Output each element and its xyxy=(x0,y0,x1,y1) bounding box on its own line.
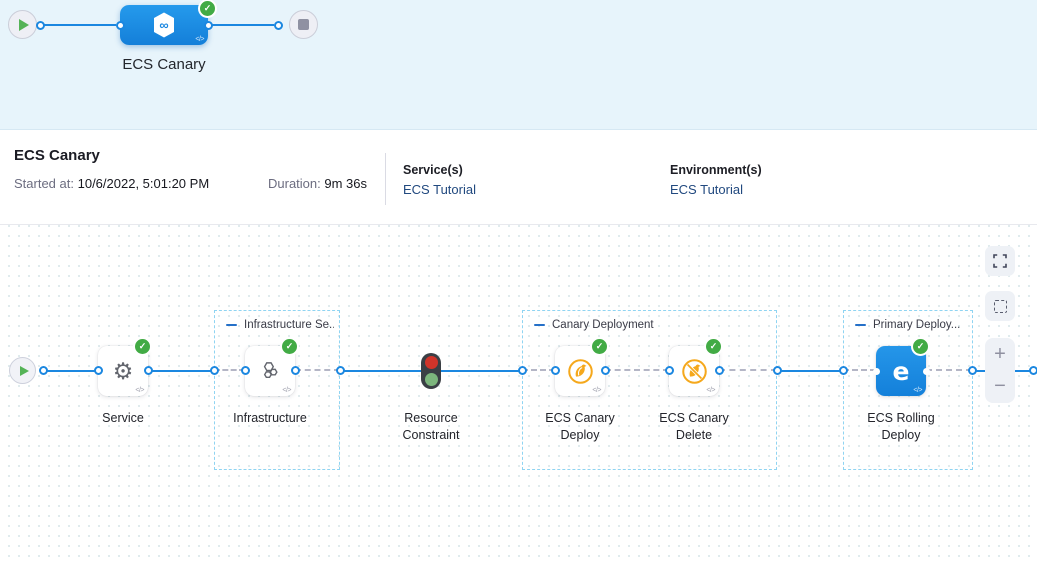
group-title: Primary Deploy... xyxy=(855,319,960,331)
execution-summary-bar: ECS Canary Started at: 10/6/2022, 5:01:2… xyxy=(0,131,1037,225)
connector-port xyxy=(715,366,724,375)
connector-port xyxy=(241,366,250,375)
started-at: Started at: 10/6/2022, 5:01:20 PM xyxy=(14,176,209,191)
code-icon: </> xyxy=(195,36,204,43)
run-pipeline-button[interactable] xyxy=(8,10,37,39)
connector-port xyxy=(94,366,103,375)
duration: Duration: 9m 36s xyxy=(268,176,367,191)
group-title-text: Primary Deploy... xyxy=(873,319,960,331)
connector-port xyxy=(665,366,674,375)
marquee-select-icon xyxy=(994,300,1007,313)
connector-port xyxy=(274,21,283,30)
connector-wire xyxy=(777,370,843,372)
environments-link[interactable]: ECS Tutorial xyxy=(670,182,743,197)
environments-label: Environment(s) xyxy=(670,163,762,177)
collapse-group-icon[interactable] xyxy=(226,324,237,327)
success-check-icon: ✓ xyxy=(135,339,150,354)
success-check-icon: ✓ xyxy=(282,339,297,354)
connector-port xyxy=(551,366,560,375)
connector-port xyxy=(518,366,527,375)
group-title-text: Canary Deployment xyxy=(552,319,654,331)
success-check-icon: ✓ xyxy=(200,1,215,16)
zoom-out-button[interactable]: − xyxy=(985,370,1015,402)
code-icon: </> xyxy=(135,387,144,394)
fullscreen-button[interactable] xyxy=(985,246,1015,276)
code-icon: </> xyxy=(282,387,291,394)
connector-wire xyxy=(212,24,274,26)
pipeline-title: ECS Canary xyxy=(14,147,100,164)
play-icon xyxy=(19,19,29,31)
step-label: Service xyxy=(73,410,173,427)
svg-text:∞: ∞ xyxy=(159,18,168,33)
connector-port xyxy=(1029,366,1037,375)
execution-graph-canvas[interactable]: Infrastructure Se... Canary Deployment P… xyxy=(0,225,1037,564)
connector-wire xyxy=(148,370,214,372)
success-check-icon: ✓ xyxy=(592,339,607,354)
services-link[interactable]: ECS Tutorial xyxy=(403,182,476,197)
stop-icon xyxy=(298,19,309,30)
stage-label: ECS Canary xyxy=(104,56,224,73)
infrastructure-hexagons-icon xyxy=(257,358,283,384)
started-label: Started at: xyxy=(14,176,74,191)
canary-delete-icon xyxy=(681,358,708,385)
connector-port-white xyxy=(923,368,930,375)
connector-wire xyxy=(44,370,98,372)
zoom-controls: + − xyxy=(985,338,1015,403)
connector-port xyxy=(839,366,848,375)
collapse-group-icon[interactable] xyxy=(855,324,866,327)
connector-port xyxy=(144,366,153,375)
gear-icon: ⚙ xyxy=(113,360,134,383)
graph-start-node[interactable] xyxy=(9,357,36,384)
stage-node-ecs-canary[interactable]: ∞ </> xyxy=(120,5,208,45)
ecs-rolling-icon: e xyxy=(893,357,910,386)
fullscreen-icon xyxy=(993,254,1007,268)
step-label: Resource Constraint xyxy=(381,410,481,444)
connector-wire xyxy=(44,24,116,26)
connector-port xyxy=(968,366,977,375)
group-title: Canary Deployment xyxy=(534,319,654,331)
code-icon: </> xyxy=(706,387,715,394)
connector-port xyxy=(773,366,782,375)
duration-label: Duration: xyxy=(268,176,321,191)
group-title: Infrastructure Se... xyxy=(226,319,334,331)
pipeline-strip: ∞ </> ✓ ECS Canary xyxy=(0,0,1037,130)
marquee-select-button[interactable] xyxy=(985,291,1015,321)
success-check-icon: ✓ xyxy=(706,339,721,354)
connector-port xyxy=(39,366,48,375)
canary-deploy-icon xyxy=(567,358,594,385)
play-icon xyxy=(20,366,29,376)
collapse-group-icon[interactable] xyxy=(534,324,545,327)
duration-value: 9m 36s xyxy=(324,176,367,191)
group-title-text: Infrastructure Se... xyxy=(244,319,334,331)
zoom-in-button[interactable]: + xyxy=(985,338,1015,370)
connector-port xyxy=(601,366,610,375)
success-check-icon: ✓ xyxy=(913,339,928,354)
code-icon: </> xyxy=(592,387,601,394)
connector-port xyxy=(210,366,219,375)
connector-port xyxy=(291,366,300,375)
stop-pipeline-button[interactable] xyxy=(289,10,318,39)
resource-constraint-traffic-light-icon[interactable] xyxy=(421,353,441,389)
code-icon: </> xyxy=(913,387,922,394)
connector-port-white xyxy=(873,368,880,375)
started-value: 10/6/2022, 5:01:20 PM xyxy=(78,176,210,191)
red-light xyxy=(425,356,438,369)
divider xyxy=(385,153,386,205)
services-label: Service(s) xyxy=(403,163,463,177)
harness-stage-icon: ∞ xyxy=(149,10,179,40)
green-light xyxy=(425,373,438,386)
connector-port xyxy=(116,21,125,30)
connector-port xyxy=(336,366,345,375)
